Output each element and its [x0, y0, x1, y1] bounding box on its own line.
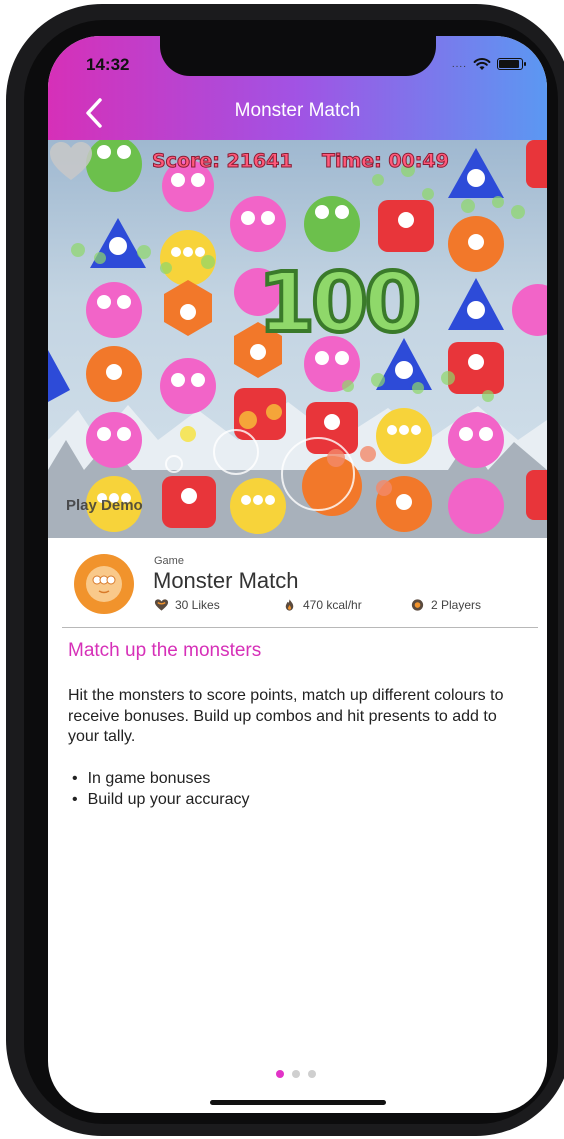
page-dot-2[interactable] — [292, 1070, 300, 1078]
play-demo-button[interactable]: Play Demo — [66, 497, 143, 514]
feature-item: In game bonuses — [68, 768, 249, 789]
battery-icon — [497, 58, 526, 70]
feature-item: Build up your accuracy — [68, 789, 250, 810]
status-icons: .... — [451, 56, 526, 72]
section-divider — [62, 627, 538, 628]
home-indicator[interactable] — [210, 1100, 386, 1105]
score-label: Score: 21641 — [152, 150, 294, 173]
signal-indicator: .... — [451, 58, 467, 70]
top-bar: 14:32 .... Monster Match — [48, 36, 547, 140]
game-info: Game Monster Match 30 Likes 470 kcal/hr — [48, 538, 547, 628]
game-stats: 30 Likes 470 kcal/hr 2 Players — [154, 598, 534, 614]
heart-icon[interactable] — [48, 140, 94, 182]
description-heading: Match up the monsters — [68, 640, 262, 661]
monster-face-icon — [86, 566, 122, 602]
likes-stat: 30 Likes — [154, 598, 220, 612]
page-title: Monster Match — [234, 100, 361, 121]
status-time: 14:32 — [86, 55, 130, 74]
time-label: Time: 00:49 — [322, 150, 450, 173]
players-stat: 2 Players — [410, 598, 481, 612]
page-dot-1[interactable] — [276, 1070, 284, 1078]
combo-points: 100 — [256, 254, 423, 353]
wifi-icon — [473, 58, 491, 70]
flame-icon — [285, 599, 294, 611]
game-name: Monster Match — [153, 568, 299, 593]
heart-icon — [154, 599, 169, 611]
device-notch — [160, 36, 436, 76]
description-body: Hit the monsters to score points, match … — [68, 687, 504, 745]
players-icon — [411, 599, 424, 611]
players-count: 2 Players — [431, 598, 482, 612]
game-logo — [74, 554, 134, 614]
likes-count: 30 Likes — [175, 598, 220, 612]
game-category: Game — [154, 555, 184, 567]
page-dot-3[interactable] — [308, 1070, 316, 1078]
calories-value: 470 kcal/hr — [303, 598, 362, 612]
calories-stat: 470 kcal/hr — [282, 598, 362, 612]
feature-list: In game bonuses Build up your accuracy — [68, 768, 250, 810]
page-indicator — [276, 1070, 316, 1078]
app-screen: 14:32 .... Monster Match Score: 21641 Ti… — [48, 36, 547, 1113]
game-preview[interactable]: Score: 21641 Time: 00:49 100 Play Demo — [48, 140, 547, 538]
